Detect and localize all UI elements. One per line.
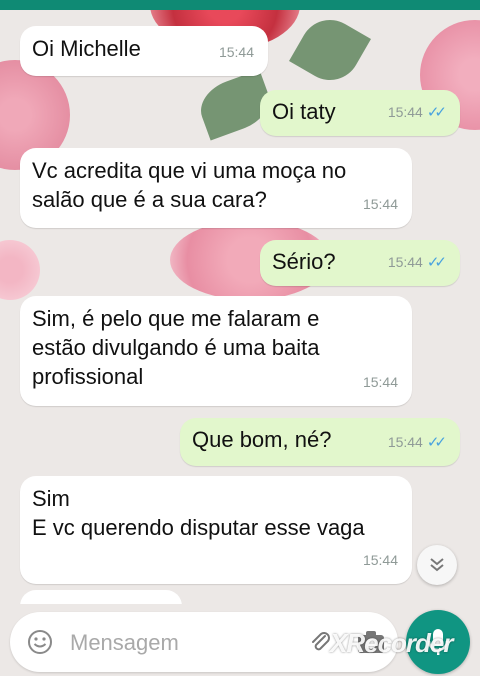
outgoing-message[interactable]: Sério? 15:44 ✓✓ [260, 240, 460, 286]
message-text: Que bom, né? [192, 427, 332, 452]
incoming-message[interactable]: Vc acredita que vi uma moça no salão que… [20, 148, 412, 228]
message-input[interactable]: Mensagem [70, 630, 179, 656]
outgoing-message[interactable]: Oi taty 15:44 ✓✓ [260, 90, 460, 136]
double-check-icon: ✓✓ [426, 254, 447, 271]
message-list[interactable]: Oi Michelle 15:44 Oi taty 15:44 ✓✓ Vc acredit… [0, 0, 480, 604]
message-time: 15:44 [362, 196, 398, 212]
message-text: Sim, é pelo que me falaram e estão divul… [32, 306, 320, 389]
message-text: Oi taty [272, 99, 336, 124]
message-time: 15:44 [362, 374, 398, 390]
app-header-strip [0, 0, 480, 10]
message-meta: 15:44 ✓✓ [387, 248, 447, 277]
message-time: 15:44 [218, 44, 254, 60]
incoming-message-partial[interactable] [20, 590, 182, 604]
incoming-message[interactable]: Sim E vc querendo disputar esse vaga 15:4… [20, 476, 412, 584]
message-meta: 15:44 [219, 38, 254, 67]
incoming-message[interactable]: Oi Michelle 15:44 [20, 26, 268, 76]
message-meta: 15:44 [363, 190, 398, 219]
message-meta: 15:44 ✓✓ [387, 98, 447, 127]
chevron-double-down-icon [430, 558, 444, 572]
incoming-message[interactable]: Sim, é pelo que me falaram e estão divul… [20, 296, 412, 406]
message-meta: 15:44 [363, 546, 398, 575]
message-text: Oi Michelle [32, 36, 141, 61]
message-time: 15:44 [387, 254, 423, 270]
scroll-down-button[interactable] [417, 545, 457, 585]
outgoing-message[interactable]: Que bom, né? 15:44 ✓✓ [180, 418, 460, 466]
message-text: Sério? [272, 249, 336, 274]
message-text: Sim E vc querendo disputar esse vaga [32, 486, 365, 540]
message-meta: 15:44 ✓✓ [387, 428, 447, 457]
double-check-icon: ✓✓ [426, 104, 447, 121]
message-time: 15:44 [387, 104, 423, 120]
message-text: Vc acredita que vi uma moça no salão que… [32, 158, 347, 212]
message-time: 15:44 [362, 552, 398, 568]
message-meta: 15:44 [363, 368, 398, 397]
message-time: 15:44 [387, 434, 423, 450]
recorder-watermark: XRecorder [330, 628, 453, 658]
emoji-icon[interactable] [26, 628, 54, 656]
double-check-icon: ✓✓ [426, 434, 447, 451]
